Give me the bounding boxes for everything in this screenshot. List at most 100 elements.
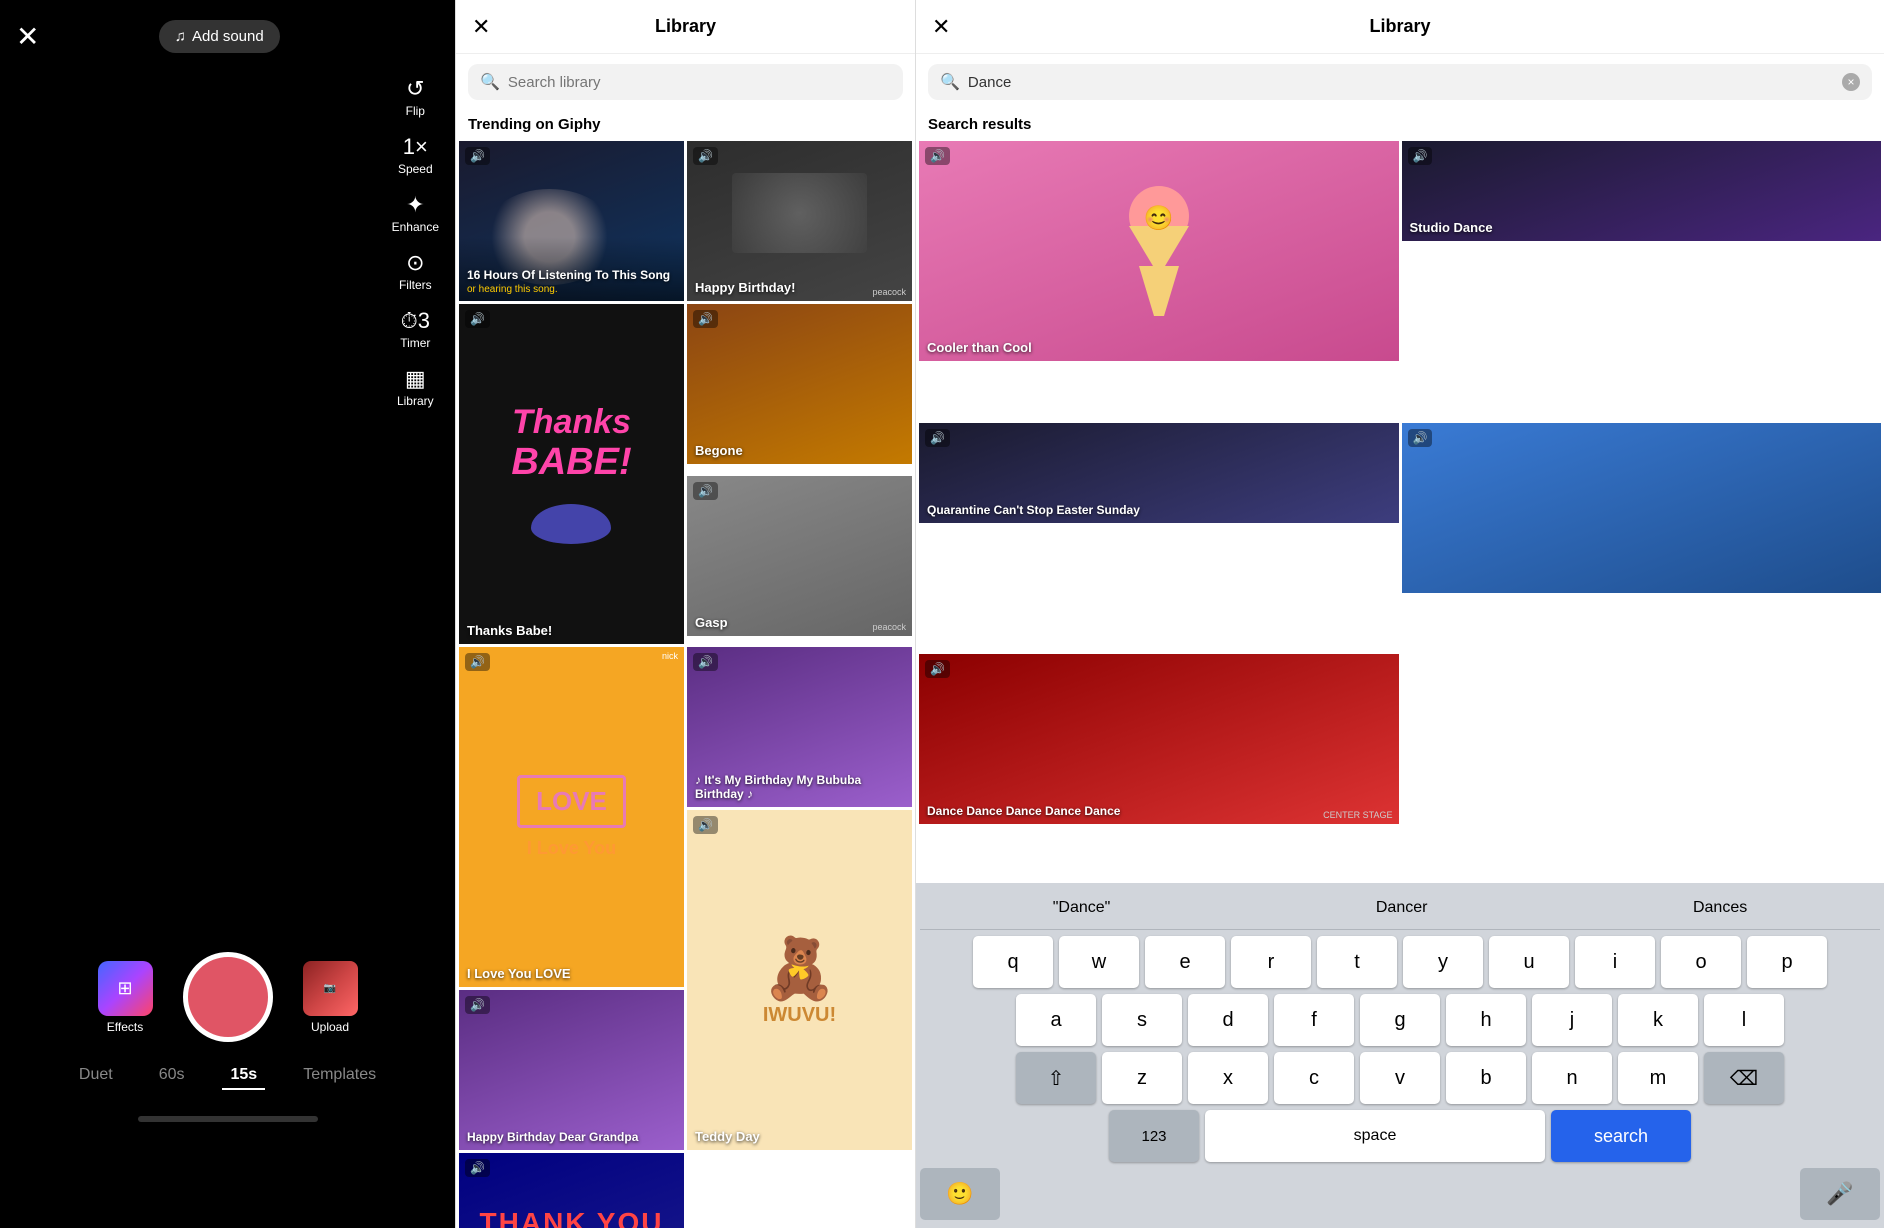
key-k[interactable]: k [1618,994,1698,1046]
list-item[interactable]: 🔊 Studio Dance [1402,141,1882,241]
key-search[interactable]: search [1551,1110,1691,1162]
microphone-button[interactable]: 🎤 [1800,1168,1880,1220]
middle-search-input[interactable] [508,74,891,91]
record-button[interactable] [183,952,273,1042]
key-s[interactable]: s [1102,994,1182,1046]
key-p[interactable]: p [1747,936,1827,988]
key-b[interactable]: b [1446,1052,1526,1104]
key-i[interactable]: i [1575,936,1655,988]
list-item[interactable]: 🔊 ♪ It's My Birthday My Bububa Birthday … [687,647,912,807]
list-item[interactable]: 🔊 Happy Birthday! peacock [687,141,912,301]
gif-label: I Love You LOVE [467,966,571,981]
music-icon: ♫ [175,28,186,45]
key-v[interactable]: v [1360,1052,1440,1104]
key-z[interactable]: z [1102,1052,1182,1104]
key-o[interactable]: o [1661,936,1741,988]
list-item[interactable]: 🔊 [1402,423,1882,593]
library-icon: ▦ [405,366,426,392]
key-123[interactable]: 123 [1109,1110,1199,1162]
trending-label: Trending on Giphy [456,110,915,141]
key-h[interactable]: h [1446,994,1526,1046]
emoji-button[interactable]: 🙂 [920,1168,1000,1220]
gif-label: Dance Dance Dance Dance Dance [927,804,1391,818]
suggestion-dance-quoted[interactable]: "Dance" [1041,895,1123,921]
list-item[interactable]: 🔊 Gasp peacock [687,476,912,636]
right-search-bar[interactable]: 🔍 × [928,64,1872,100]
key-w[interactable]: w [1059,936,1139,988]
list-item[interactable]: 🧸 IWUVU! 🔊 Teddy Day [687,810,912,1150]
sound-icon: 🔊 [925,147,950,165]
list-item[interactable]: Thanks BABE! 🔊 Thanks Babe! [459,304,684,644]
key-c[interactable]: c [1274,1052,1354,1104]
key-r[interactable]: r [1231,936,1311,988]
sound-icon: 🔊 [465,996,490,1014]
sound-icon: 🔊 [693,310,718,328]
key-n[interactable]: n [1532,1052,1612,1104]
middle-library-title: Library [655,16,716,37]
key-delete[interactable]: ⌫ [1704,1052,1784,1104]
key-shift[interactable]: ⇧ [1016,1052,1096,1104]
key-q[interactable]: q [973,936,1053,988]
key-l[interactable]: l [1704,994,1784,1046]
tool-timer[interactable]: ⏱3 Timer [394,302,436,356]
gif-label: 16 Hours Of Listening To This Song [467,268,670,282]
key-y[interactable]: y [1403,936,1483,988]
keyboard-row-3: ⇧ z x c v b n m ⌫ [920,1052,1880,1104]
list-item[interactable]: 🔊 Dance Dance Dance Dance Dance CENTER S… [919,654,1399,824]
tool-library[interactable]: ▦ Library [391,360,440,414]
list-item[interactable]: 🔊 Happy Birthday Dear Grandpa [459,990,684,1150]
key-j[interactable]: j [1532,994,1612,1046]
gif-source: peacock [872,287,906,297]
sound-icon: 🔊 [465,310,490,328]
right-library-title: Library [1369,16,1430,37]
list-item[interactable]: LOVE I Love You 🔊 I Love You LOVE nick [459,647,684,987]
effects-button[interactable]: ⊞ Effects [98,961,153,1034]
key-space[interactable]: space [1205,1110,1545,1162]
tab-15s[interactable]: 15s [222,1062,265,1090]
tools-panel: ↺ Flip 1× Speed ✦ Enhance ⊙ Filters ⏱3 T… [386,70,445,414]
clear-search-button[interactable]: × [1842,73,1860,91]
key-e[interactable]: e [1145,936,1225,988]
gif-label: Thanks Babe! [467,623,552,638]
right-close-button[interactable]: ✕ [932,14,950,40]
gif-label: Begone [695,443,743,458]
tool-enhance[interactable]: ✦ Enhance [386,186,445,240]
middle-search-bar[interactable]: 🔍 [468,64,903,100]
suggestion-dancer[interactable]: Dancer [1364,895,1440,921]
tool-flip[interactable]: ↺ Flip [400,70,431,124]
add-sound-button[interactable]: ♫ Add sound [159,20,280,53]
key-m[interactable]: m [1618,1052,1698,1104]
tab-templates[interactable]: Templates [295,1062,384,1090]
gif-source: CENTER STAGE [1323,810,1392,820]
tab-duet[interactable]: Duet [71,1062,121,1090]
middle-library-header: ✕ Library [456,0,915,54]
sound-icon: 🔊 [1408,429,1433,447]
tool-speed[interactable]: 1× Speed [392,128,439,182]
tab-60s[interactable]: 60s [151,1062,193,1090]
right-search-input[interactable] [968,74,1834,91]
sound-icon: 🔊 [465,147,490,165]
key-a[interactable]: a [1016,994,1096,1046]
keyboard-area: "Dance" Dancer Dances q w e r t y u i o … [916,883,1884,1228]
suggestion-dances[interactable]: Dances [1681,895,1759,921]
list-item[interactable]: 🔊 Begone [687,304,912,464]
sound-icon: 🔊 [1408,147,1433,165]
list-item[interactable]: 🔊 16 Hours Of Listening To This Song or … [459,141,684,301]
key-t[interactable]: t [1317,936,1397,988]
tool-filters[interactable]: ⊙ Filters [393,244,438,298]
list-item[interactable]: 😊 🔊 Cooler than Cool [919,141,1399,361]
key-u[interactable]: u [1489,936,1569,988]
right-library-header: ✕ Library [916,0,1884,54]
key-d[interactable]: d [1188,994,1268,1046]
key-x[interactable]: x [1188,1052,1268,1104]
gif-label: ♪ It's My Birthday My Bububa Birthday ♪ [695,773,904,801]
gif-label: Happy Birthday Dear Grandpa [467,1130,676,1144]
key-g[interactable]: g [1360,994,1440,1046]
upload-button[interactable]: 📷 Upload [303,961,358,1034]
gif-label: Gasp [695,615,728,630]
key-f[interactable]: f [1274,994,1354,1046]
middle-close-button[interactable]: ✕ [472,14,490,40]
close-button[interactable]: ✕ [16,20,39,53]
list-item[interactable]: THANK YOU 🔊 [459,1153,684,1228]
list-item[interactable]: 🔊 Quarantine Can't Stop Easter Sunday [919,423,1399,523]
